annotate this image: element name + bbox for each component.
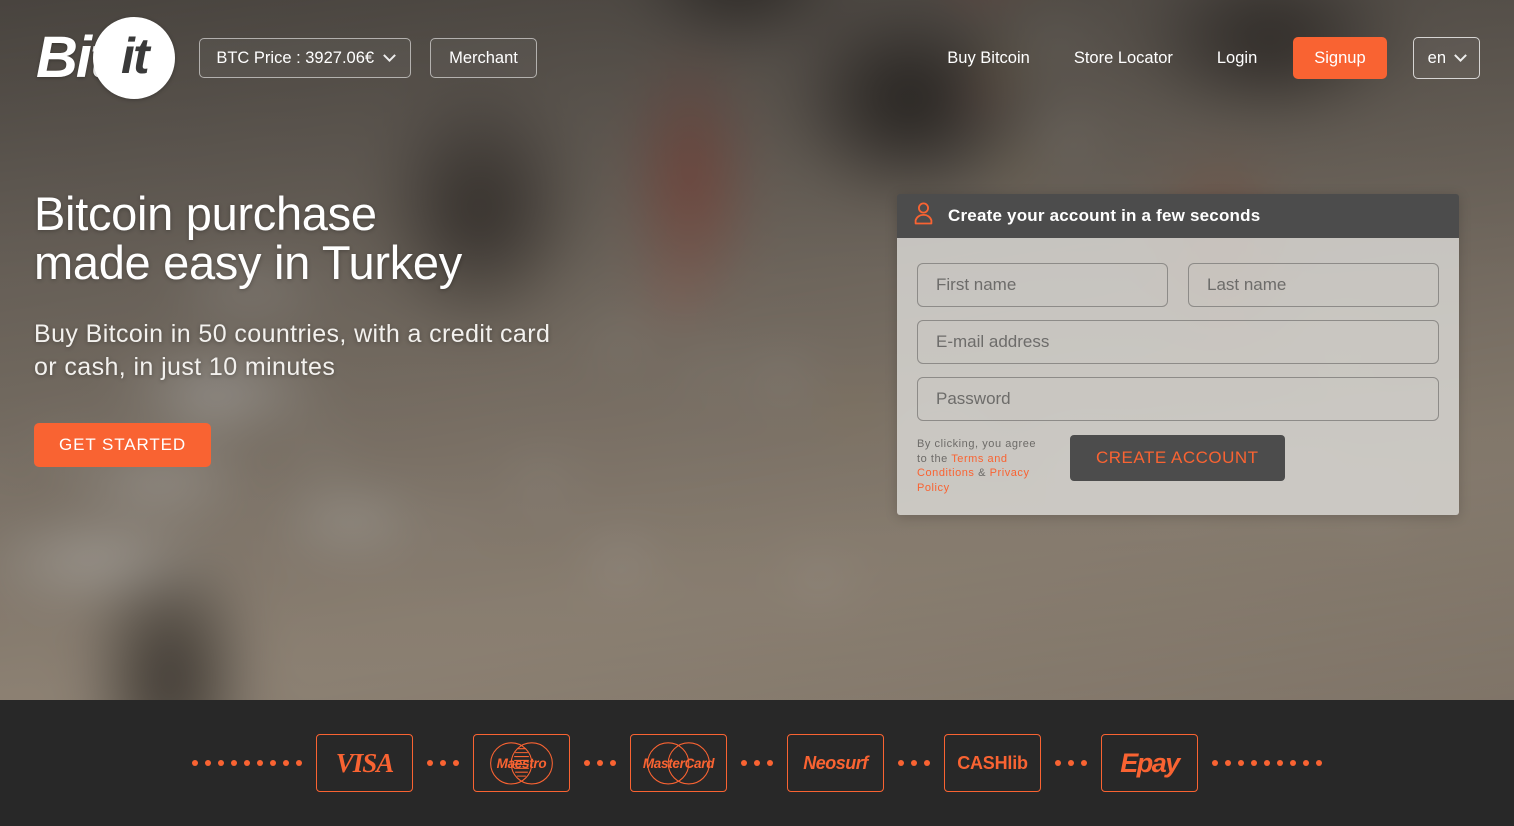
- signup-panel-title: Create your account in a few seconds: [948, 206, 1261, 225]
- payment-logo-epay: Epay: [1101, 734, 1198, 792]
- last-name-input[interactable]: [1188, 263, 1439, 307]
- dot-separator-4: [884, 760, 944, 766]
- maestro-label: Maestro: [496, 755, 547, 771]
- agreement-row: By clicking, you agree to the Terms and …: [917, 435, 1439, 495]
- top-navigation-bar: Bit it BTC Price : 3927.06€ Merchant Buy…: [0, 0, 1514, 116]
- nav-link-store-locator[interactable]: Store Locator: [1052, 38, 1195, 78]
- first-name-input[interactable]: [917, 263, 1168, 307]
- hero-headline-line1: Bitcoin purchase: [34, 187, 377, 240]
- chevron-down-icon: [383, 48, 396, 62]
- first-name-wrap: [917, 263, 1168, 307]
- cashlib-label: CASHlib: [957, 752, 1028, 773]
- agreement-amp: &: [974, 467, 990, 480]
- name-fields-row: [917, 263, 1439, 307]
- logo-circle-badge: it: [93, 17, 176, 99]
- logo-text-it: it: [121, 28, 150, 84]
- merchant-button[interactable]: Merchant: [430, 38, 537, 78]
- neosurf-label: Neosurf: [803, 752, 868, 773]
- chevron-down-icon: [1454, 48, 1467, 62]
- hero-copy-block: Bitcoin purchase made easy in Turkey Buy…: [34, 187, 754, 467]
- signup-panel-header: Create your account in a few seconds: [897, 194, 1459, 238]
- dot-separator-end: [1198, 760, 1336, 766]
- hero-headline: Bitcoin purchase made easy in Turkey: [34, 187, 754, 289]
- signup-panel-body: By clicking, you agree to the Terms and …: [897, 238, 1459, 516]
- payment-logo-mastercard: MasterCard: [630, 734, 727, 792]
- payment-logo-maestro: Maestro: [473, 734, 570, 792]
- dot-separator-1: [413, 760, 473, 766]
- language-label: en: [1427, 48, 1446, 67]
- payment-methods-footer: VISA Maestro MasterCard Neosurf CASHlib …: [0, 700, 1514, 826]
- email-input[interactable]: [917, 320, 1439, 364]
- agreement-text: By clicking, you agree to the Terms and …: [917, 435, 1042, 495]
- payment-logo-neosurf: Neosurf: [787, 734, 884, 792]
- dot-separator-3: [727, 760, 787, 766]
- merchant-label: Merchant: [449, 48, 518, 67]
- hero-subline-line2: or cash, in just 10 minutes: [34, 352, 336, 381]
- signup-panel: Create your account in a few seconds By …: [897, 194, 1459, 516]
- visa-label: VISA: [335, 747, 395, 778]
- epay-label: Epay: [1120, 747, 1180, 778]
- language-selector[interactable]: en: [1412, 37, 1480, 79]
- btc-price-dropdown[interactable]: BTC Price : 3927.06€: [199, 38, 412, 78]
- password-input[interactable]: [917, 377, 1439, 421]
- payment-logo-visa: VISA: [316, 734, 413, 792]
- last-name-wrap: [1188, 263, 1439, 307]
- signup-button[interactable]: Signup: [1293, 37, 1387, 79]
- dot-separator-5: [1041, 760, 1101, 766]
- dot-separator-start: [178, 760, 316, 766]
- hero-subline-line1: Buy Bitcoin in 50 countries, with a cred…: [34, 319, 551, 348]
- nav-right-group: Buy Bitcoin Store Locator Login Signup e…: [925, 37, 1480, 79]
- hero-subline: Buy Bitcoin in 50 countries, with a cred…: [34, 318, 754, 384]
- mastercard-label: MasterCard: [642, 755, 715, 771]
- get-started-button[interactable]: GET STARTED: [34, 422, 212, 467]
- email-wrap: [917, 320, 1439, 364]
- hero-headline-line2: made easy in Turkey: [34, 235, 462, 289]
- site-logo[interactable]: Bit it: [36, 16, 176, 100]
- nav-link-buy-bitcoin[interactable]: Buy Bitcoin: [925, 38, 1052, 78]
- user-icon: [913, 202, 934, 230]
- page-root: Bit it BTC Price : 3927.06€ Merchant Buy…: [0, 0, 1514, 826]
- nav-link-login[interactable]: Login: [1195, 38, 1279, 78]
- create-account-button[interactable]: CREATE ACCOUNT: [1070, 435, 1285, 481]
- btc-price-label: BTC Price : 3927.06€: [216, 48, 375, 67]
- payment-logo-cashlib: CASHlib: [944, 734, 1041, 792]
- password-wrap: [917, 377, 1439, 421]
- dot-separator-2: [570, 760, 630, 766]
